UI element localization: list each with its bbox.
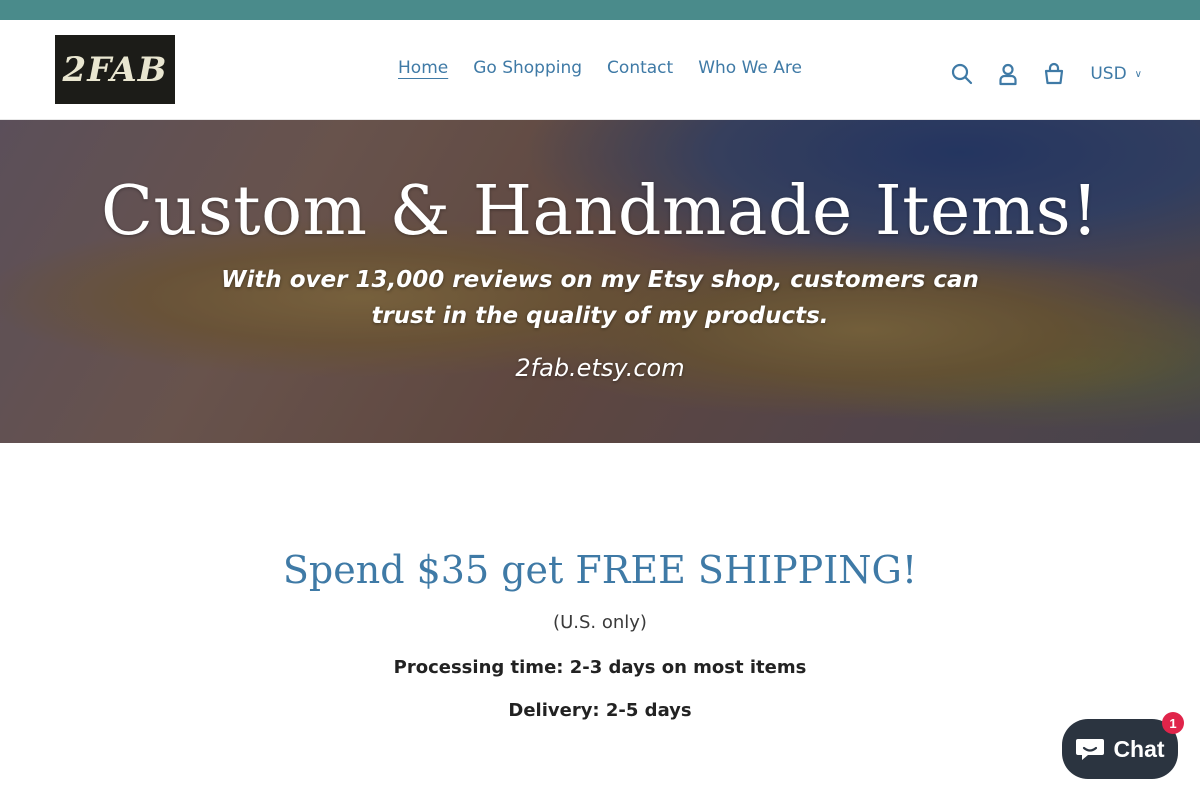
hero-etsy-link: 2fab.etsy.com — [515, 354, 685, 382]
account-icon[interactable] — [994, 60, 1022, 88]
header-icons: USD ∨ — [948, 60, 1142, 88]
currency-selector[interactable]: USD ∨ — [1090, 64, 1142, 84]
promo-section: Spend $35 get FREE SHIPPING! (U.S. only)… — [0, 548, 1200, 721]
nav-item-home[interactable]: Home — [398, 58, 448, 78]
delivery-time: Delivery: 2-5 days — [508, 700, 692, 721]
hero-title: Custom & Handmade Items! — [101, 172, 1099, 251]
cart-icon[interactable] — [1040, 60, 1068, 88]
chat-button[interactable]: Chat 1 — [1062, 712, 1184, 779]
chat-notification-badge: 1 — [1162, 712, 1184, 734]
announcement-bar — [0, 0, 1200, 20]
processing-time: Processing time: 2-3 days on most items — [393, 657, 807, 678]
search-icon[interactable] — [948, 60, 976, 88]
chevron-down-icon: ∨ — [1134, 68, 1142, 80]
chat-icon — [1076, 739, 1105, 760]
hero-content: Custom & Handmade Items! With over 13,00… — [0, 120, 1200, 443]
chat-label: Chat — [1113, 735, 1165, 762]
hero-banner: Custom & Handmade Items! With over 13,00… — [0, 120, 1200, 443]
site-header: 2FAB Home Go Shopping Contact Who We Are — [0, 20, 1200, 120]
nav-item-contact[interactable]: Contact — [607, 58, 673, 78]
nav-item-who-we-are[interactable]: Who We Are — [698, 58, 802, 78]
nav-item-go-shopping[interactable]: Go Shopping — [473, 58, 582, 78]
currency-value: USD — [1090, 64, 1127, 84]
promo-title: Spend $35 get FREE SHIPPING! — [282, 548, 918, 592]
promo-note: (U.S. only) — [553, 612, 647, 633]
hero-subtitle: With over 13,000 reviews on my Etsy shop… — [221, 267, 979, 329]
